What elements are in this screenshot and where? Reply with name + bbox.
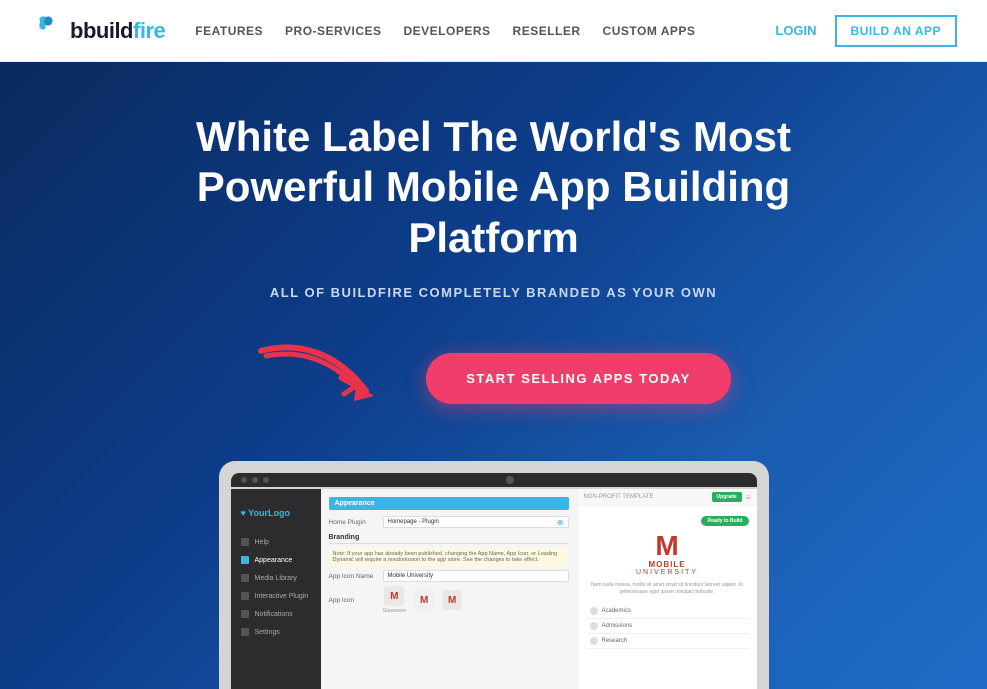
- app-sidebar-settings[interactable]: Settings: [231, 623, 321, 641]
- upgrade-button[interactable]: Upgrade: [712, 492, 742, 502]
- start-selling-button[interactable]: START SELLING APPS TODAY: [426, 353, 731, 404]
- app-sidebar-notifications[interactable]: Notifications: [231, 605, 321, 623]
- appearance-icon: [241, 556, 249, 564]
- nav-custom-apps[interactable]: CUSTOM APPS: [603, 24, 696, 38]
- login-link[interactable]: LOGIN: [775, 23, 816, 38]
- preview-ready-badge: Ready to Build: [701, 516, 748, 526]
- preview-description: Nam nulla massa, mollis sit amet ornat s…: [586, 582, 749, 596]
- app-logo-small: ♥ YourLogo: [241, 508, 291, 518]
- branding-section-title: Branding: [329, 534, 569, 544]
- app-icon-options: M Glassware M M: [383, 586, 463, 614]
- menu-item-academics[interactable]: Academics: [586, 604, 749, 619]
- nav-pro-services[interactable]: PRO-SERVICES: [285, 24, 381, 38]
- arrow-decoration: [256, 336, 436, 421]
- laptop-mockup: ♥ YourLogo Help Appearance Media Library: [219, 461, 769, 689]
- preview-logo-m: M: [655, 532, 678, 560]
- preview-menu: Academics Admissions Research: [586, 604, 749, 649]
- hero-title: White Label The World's Most Powerful Mo…: [144, 112, 844, 263]
- app-name-input[interactable]: Mobile University: [383, 570, 569, 582]
- app-sidebar-help[interactable]: Help: [231, 533, 321, 551]
- app-name-label: App Icon Name: [329, 573, 379, 580]
- menu-icon[interactable]: ≡: [746, 493, 751, 502]
- preview-university-name: MOBILE: [648, 560, 685, 569]
- build-an-app-button[interactable]: BUILD AN APP: [835, 15, 957, 47]
- preview-university-subtitle: UNIVERSITY: [636, 569, 698, 576]
- media-icon: [241, 574, 249, 582]
- icon-option-3[interactable]: M: [442, 590, 462, 610]
- nav-developers[interactable]: DEVELOPERS: [404, 24, 491, 38]
- laptop-dot-3: [263, 477, 269, 483]
- app-name-row: App Icon Name Mobile University: [329, 570, 569, 582]
- logo-b: b: [70, 18, 83, 43]
- hero-section: White Label The World's Most Powerful Mo…: [0, 62, 987, 689]
- preview-toolbar: NON-PROFIT TEMPLATE Upgrade ≡: [578, 489, 757, 506]
- menu-item-admissions[interactable]: Admissions: [586, 619, 749, 634]
- hero-subtitle: ALL OF BUILDFIRE COMPLETELY BRANDED AS Y…: [270, 285, 717, 300]
- logo-fire: fire: [133, 18, 165, 43]
- laptop-camera: [506, 476, 514, 484]
- app-sidebar-appearance[interactable]: Appearance: [231, 551, 321, 569]
- nav-features[interactable]: FEATURES: [195, 24, 263, 38]
- app-sidebar-media[interactable]: Media Library: [231, 569, 321, 587]
- cta-area: START SELLING APPS TODAY: [256, 336, 731, 421]
- nav-links: FEATURES PRO-SERVICES DEVELOPERS RESELLE…: [195, 24, 775, 38]
- home-plugin-input[interactable]: Homepage - Plugin ⊕: [383, 516, 569, 528]
- app-main-header: Appearance: [329, 497, 569, 510]
- home-plugin-row: Home Plugin Homepage - Plugin ⊕: [329, 516, 569, 528]
- settings-icon: [241, 628, 249, 636]
- icon-option-2[interactable]: M: [414, 590, 434, 610]
- app-logo-bar: ♥ YourLogo: [231, 497, 321, 527]
- research-icon: [590, 637, 598, 645]
- admissions-icon: [590, 622, 598, 630]
- app-sidebar-plugins[interactable]: Interactive Plugin: [231, 587, 321, 605]
- app-icon-row: App Icon M Glassware M: [329, 586, 569, 614]
- app-sidebar: ♥ YourLogo Help Appearance Media Library: [231, 489, 321, 689]
- laptop-dot-1: [241, 477, 247, 483]
- branding-warning: Note: If your app has already been publi…: [329, 548, 569, 566]
- preview-content: Ready to Build M MOBILE UNIVERSITY Nam n…: [578, 506, 757, 689]
- home-plugin-label: Home Plugin: [329, 519, 379, 526]
- nav-reseller[interactable]: RESELLER: [513, 24, 581, 38]
- icon-option-1[interactable]: M Glassware: [383, 586, 407, 614]
- navbar: bbuildfire FEATURES PRO-SERVICES DEVELOP…: [0, 0, 987, 62]
- plugins-icon: [241, 592, 249, 600]
- laptop-screen: ♥ YourLogo Help Appearance Media Library: [231, 489, 757, 689]
- laptop-top-bar: [231, 473, 757, 487]
- menu-item-research[interactable]: Research: [586, 634, 749, 649]
- app-preview-panel: NON-PROFIT TEMPLATE Upgrade ≡ Ready to B…: [577, 489, 757, 689]
- logo[interactable]: bbuildfire: [30, 13, 165, 49]
- help-icon: [241, 538, 249, 546]
- logo-build: build: [83, 18, 133, 43]
- nav-actions: LOGIN BUILD AN APP: [775, 15, 957, 47]
- icon-box-m: M: [384, 586, 404, 606]
- laptop-dot-2: [252, 477, 258, 483]
- app-main-content: Appearance Home Plugin Homepage - Plugin…: [321, 489, 577, 689]
- template-label: NON-PROFIT TEMPLATE: [584, 494, 654, 500]
- app-icon-label: App Icon: [329, 597, 379, 604]
- notifications-icon: [241, 610, 249, 618]
